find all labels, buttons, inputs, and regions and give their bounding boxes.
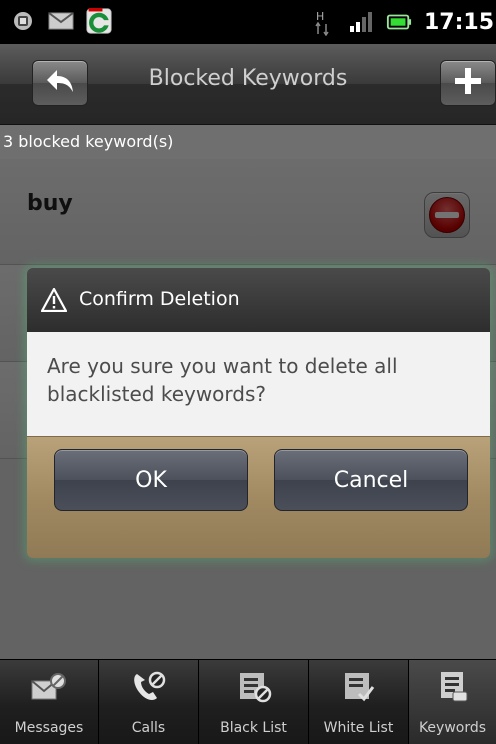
tab-label: White List <box>323 720 394 736</box>
keywords-icon <box>433 670 473 704</box>
page-title: Blocked Keywords <box>148 66 348 91</box>
tab-messages[interactable]: Messages <box>0 660 99 744</box>
comodo-app-icon <box>86 8 112 34</box>
svg-text:H: H <box>316 10 324 23</box>
dialog-message: Are you sure you want to delete all blac… <box>47 354 398 406</box>
status-bar: H 17:15 <box>0 0 496 44</box>
plus-icon <box>453 66 483 100</box>
ok-button[interactable]: OK <box>54 449 248 511</box>
blocked-count-label: 3 blocked keyword(s) <box>0 125 496 159</box>
clock: 17:15 <box>423 9 494 35</box>
confirm-deletion-dialog: Confirm Deletion Are you sure you want t… <box>27 268 490 558</box>
dialog-title-bar: Confirm Deletion <box>27 268 490 334</box>
dialog-body: Are you sure you want to delete all blac… <box>27 332 490 436</box>
hspa-icon: H <box>310 9 336 36</box>
title-bar: Blocked Keywords <box>0 44 496 125</box>
tab-keywords[interactable]: Keywords <box>409 660 496 744</box>
tab-label: Keywords <box>418 720 487 736</box>
dialog-title: Confirm Deletion <box>79 288 240 310</box>
battery-icon <box>386 9 412 35</box>
tab-label: Messages <box>14 720 84 736</box>
tab-black-list[interactable]: Black List <box>199 660 309 744</box>
white-list-icon <box>339 670 379 704</box>
add-keyword-button[interactable] <box>440 60 496 106</box>
messages-block-icon <box>29 670 69 704</box>
tab-label: Calls <box>131 720 166 736</box>
warning-icon <box>40 287 68 313</box>
dialog-button-bar: OK Cancel <box>27 436 490 558</box>
mail-icon <box>48 8 74 34</box>
notification-icon <box>10 8 36 34</box>
tab-label: Black List <box>220 720 287 736</box>
tab-calls[interactable]: Calls <box>99 660 199 744</box>
bottom-tab-bar: Messages Calls Black List White List Key… <box>0 659 496 744</box>
black-list-icon <box>234 670 274 704</box>
calls-block-icon <box>129 670 169 704</box>
cancel-button[interactable]: Cancel <box>274 449 468 511</box>
signal-icon <box>348 9 374 35</box>
tab-white-list[interactable]: White List <box>309 660 409 744</box>
